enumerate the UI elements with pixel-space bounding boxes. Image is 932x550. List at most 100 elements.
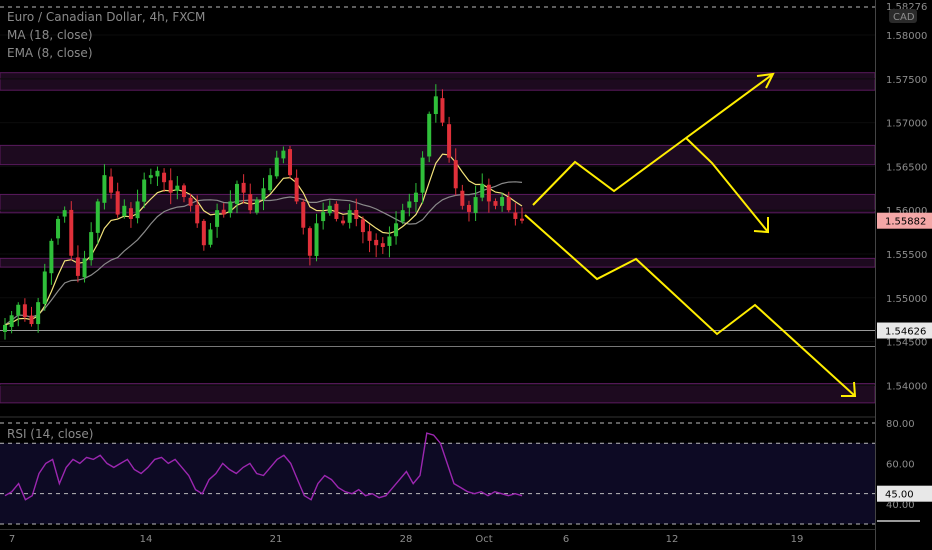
candle-37 bbox=[248, 183, 253, 214]
y-tick-label: 1.54500 bbox=[886, 338, 927, 349]
candle-body bbox=[274, 157, 279, 177]
candle-body bbox=[148, 175, 153, 178]
price-label: 1.55882 bbox=[885, 217, 926, 228]
candle-body bbox=[128, 208, 133, 219]
arrow-down-path bbox=[524, 214, 856, 397]
candle-45 bbox=[301, 199, 306, 235]
candle-4 bbox=[29, 306, 34, 327]
candle-body bbox=[380, 243, 385, 247]
candle-6 bbox=[42, 263, 47, 311]
candle-31 bbox=[208, 223, 213, 248]
ema-indicator-label[interactable]: EMA (8, close) bbox=[7, 44, 205, 62]
candle-body bbox=[427, 113, 432, 157]
candle-body bbox=[75, 257, 80, 276]
price-axis[interactable]: 1.580001.575001.570001.565001.560001.555… bbox=[875, 0, 932, 550]
time-axis[interactable]: 7 14 21 28 Oct 6 12 19 bbox=[0, 529, 875, 546]
candle-body bbox=[341, 220, 346, 224]
candle-body bbox=[466, 204, 471, 212]
candle-body bbox=[22, 304, 27, 318]
candle-10 bbox=[69, 201, 74, 261]
candle-22 bbox=[148, 168, 153, 185]
y-tick-label: 1.55500 bbox=[886, 250, 927, 261]
candle-5 bbox=[36, 297, 41, 333]
candle-body bbox=[42, 271, 47, 304]
candle-57 bbox=[380, 237, 385, 254]
candle-13 bbox=[89, 222, 94, 266]
candle-body bbox=[195, 204, 200, 224]
candle-body bbox=[294, 177, 299, 202]
candle-55 bbox=[367, 224, 372, 253]
candle-body bbox=[268, 175, 273, 191]
candle-23 bbox=[155, 166, 160, 186]
candle-body bbox=[215, 210, 220, 227]
candle-body bbox=[480, 183, 485, 198]
x-tick-label: Oct bbox=[475, 534, 492, 545]
candle-body bbox=[208, 229, 213, 245]
candle-59 bbox=[394, 211, 399, 245]
y-tick-label: 1.58000 bbox=[886, 31, 927, 42]
candle-66 bbox=[440, 89, 445, 127]
candle-body bbox=[221, 209, 226, 215]
candle-body bbox=[288, 149, 293, 176]
candle-15 bbox=[102, 164, 107, 210]
candle-body bbox=[201, 220, 206, 246]
candle-64 bbox=[427, 111, 432, 163]
candle-body bbox=[135, 201, 140, 219]
candle-body bbox=[440, 98, 445, 123]
candle-7 bbox=[49, 238, 54, 285]
candle-body bbox=[334, 203, 339, 219]
candle-51 bbox=[341, 215, 346, 226]
candle-body bbox=[175, 185, 180, 191]
candle-body bbox=[433, 96, 438, 115]
rsi-tick-label: 40.00 bbox=[886, 500, 915, 511]
rsi-indicator-label[interactable]: RSI (14, close) bbox=[7, 427, 93, 441]
candle-body bbox=[513, 212, 518, 219]
y-tick-label: 1.55000 bbox=[886, 294, 927, 305]
candle-8 bbox=[56, 215, 61, 245]
candle-body bbox=[62, 210, 67, 217]
rsi-pane bbox=[0, 422, 875, 525]
candle-58 bbox=[387, 226, 392, 258]
y-tick-label: 1.57500 bbox=[886, 75, 927, 86]
candle-17 bbox=[115, 182, 120, 218]
candle-body bbox=[520, 218, 524, 221]
zone-0 bbox=[0, 72, 876, 91]
candle-50 bbox=[334, 201, 339, 222]
chart-legend: Euro / Canadian Dollar, 4h, FXCM MA (18,… bbox=[7, 8, 205, 62]
price-chart[interactable]: 1.580001.575001.570001.565001.560001.555… bbox=[0, 0, 932, 550]
candle-body bbox=[82, 258, 87, 278]
candle-67 bbox=[447, 116, 452, 163]
candle-body bbox=[109, 176, 114, 193]
rsi-tick-label: 80.00 bbox=[886, 419, 915, 430]
candle-body bbox=[188, 197, 193, 206]
candle-body bbox=[400, 210, 405, 222]
candle-body bbox=[16, 304, 21, 316]
candle-72 bbox=[480, 173, 485, 202]
candle-body bbox=[36, 302, 41, 325]
rsi-band bbox=[0, 443, 875, 524]
candle-body bbox=[374, 239, 379, 246]
candle-body bbox=[460, 190, 465, 206]
candle-body bbox=[500, 197, 505, 206]
candle-body bbox=[89, 232, 94, 261]
x-tick-label: 6 bbox=[563, 534, 569, 545]
y-tick-label: 1.54000 bbox=[886, 381, 927, 392]
candle-body bbox=[155, 170, 160, 177]
arrow-up-path bbox=[532, 73, 774, 206]
level-label: 1.54626 bbox=[885, 327, 926, 338]
candle-body bbox=[9, 315, 14, 327]
candle-body bbox=[248, 194, 253, 211]
candle-body bbox=[3, 324, 7, 332]
candle-body bbox=[254, 199, 259, 213]
ma-indicator-label[interactable]: MA (18, close) bbox=[7, 26, 205, 44]
candle-body bbox=[367, 231, 372, 241]
zone-3 bbox=[0, 257, 876, 268]
candle-2 bbox=[16, 302, 21, 327]
candle-body bbox=[181, 185, 186, 198]
candle-body bbox=[261, 188, 266, 200]
candle-body bbox=[122, 205, 127, 217]
candle-54 bbox=[360, 216, 365, 244]
symbol-title[interactable]: Euro / Canadian Dollar, 4h, FXCM bbox=[7, 8, 205, 26]
x-tick-label: 21 bbox=[270, 534, 283, 545]
candle-body bbox=[228, 201, 233, 214]
